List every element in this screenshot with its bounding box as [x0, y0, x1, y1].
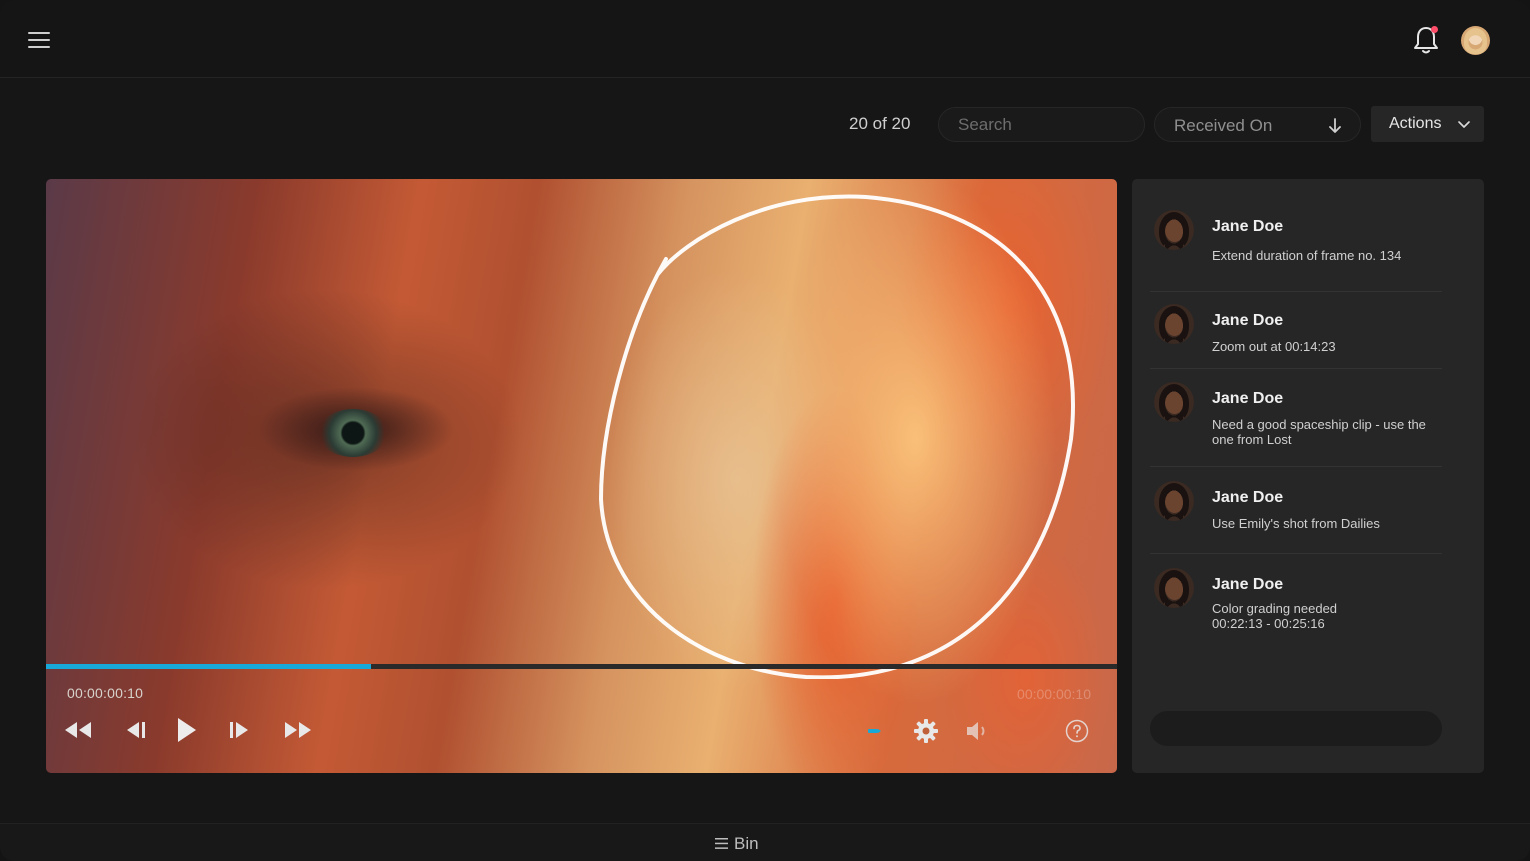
- end-time: 00:00:00:10: [1017, 686, 1091, 702]
- app-window: 20 of 20 Received On Actions 00:00:00:10…: [0, 0, 1530, 861]
- comments-panel: Jane Doe Extend duration of frame no. 13…: [1132, 179, 1484, 773]
- progress-fill: [46, 664, 371, 669]
- commenter-name: Jane Doe: [1212, 218, 1284, 235]
- commenter-name: Jane Doe: [1212, 576, 1284, 593]
- annotation-circle: [598, 194, 1075, 679]
- hamburger-icon[interactable]: [28, 30, 50, 50]
- bin-bar: Bin: [0, 823, 1530, 861]
- comment-text: Use Emily's shot from Dailies: [1212, 516, 1380, 531]
- comment-divider: [1150, 466, 1442, 467]
- current-time: 00:00:00:10: [67, 685, 144, 701]
- annotate-icon[interactable]: [866, 725, 882, 737]
- user-avatar[interactable]: [1461, 26, 1490, 55]
- comment-text: Need a good spaceship clip - use the one…: [1212, 417, 1426, 447]
- bin-label: Bin: [734, 834, 759, 853]
- commenter-avatar: [1154, 382, 1194, 422]
- search-input[interactable]: [938, 107, 1145, 142]
- comment-text: Zoom out at 00:14:23: [1212, 339, 1336, 354]
- commenter-name: Jane Doe: [1212, 312, 1284, 329]
- chevron-down-icon: [1458, 121, 1470, 128]
- sort-dropdown[interactable]: Received On: [1154, 107, 1361, 142]
- commenter-name: Jane Doe: [1212, 489, 1284, 506]
- comment-divider: [1150, 368, 1442, 369]
- notification-dot: [1431, 26, 1438, 33]
- commenter-avatar: [1154, 210, 1194, 250]
- comment-text: Extend duration of frame no. 134: [1212, 248, 1402, 263]
- commenter-avatar: [1154, 481, 1194, 521]
- comment-divider: [1150, 553, 1442, 554]
- result-count: 20 of 20: [849, 114, 911, 133]
- reply-input[interactable]: [1150, 711, 1442, 746]
- actions-button[interactable]: Actions: [1371, 106, 1484, 142]
- comment-divider: [1150, 291, 1442, 292]
- top-bar: [0, 0, 1530, 78]
- volume-icon[interactable]: [964, 718, 992, 744]
- bell-icon[interactable]: [1411, 24, 1441, 56]
- help-icon[interactable]: [1065, 719, 1089, 743]
- sort-label: Received On: [1174, 116, 1273, 135]
- arrow-down-icon: [1329, 118, 1341, 133]
- comment-text: Color grading needed 00:22:13 - 00:25:16: [1212, 601, 1338, 631]
- progress-bar[interactable]: [46, 664, 1117, 669]
- commenter-name: Jane Doe: [1212, 390, 1284, 407]
- play-icon[interactable]: [175, 716, 199, 744]
- commenter-avatar: [1154, 568, 1194, 608]
- step-back-icon[interactable]: [123, 718, 147, 742]
- fast-forward-icon[interactable]: [283, 718, 313, 742]
- settings-gear-icon[interactable]: [913, 718, 939, 744]
- rewind-icon[interactable]: [63, 718, 93, 742]
- actions-label: Actions: [1389, 115, 1442, 132]
- video-player[interactable]: 00:00:00:10 00:00:00:10: [46, 179, 1117, 773]
- list-icon: [715, 838, 728, 849]
- commenter-avatar: [1154, 304, 1194, 344]
- step-forward-icon[interactable]: [228, 718, 252, 742]
